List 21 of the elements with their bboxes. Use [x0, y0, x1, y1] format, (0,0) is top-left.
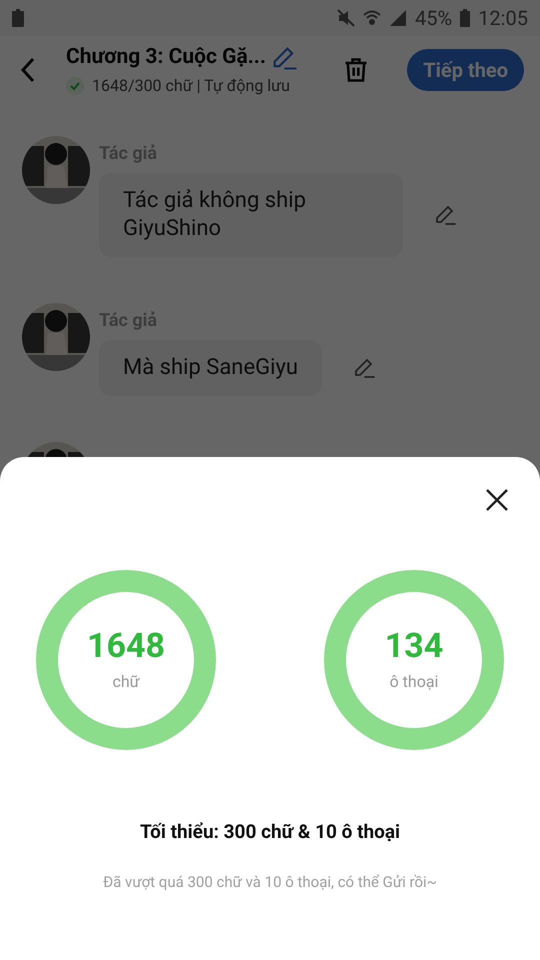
minimum-requirement: Tối thiểu: 300 chữ & 10 ô thoại [138, 819, 402, 845]
pencil-icon[interactable] [433, 203, 457, 227]
wifi-icon [363, 9, 382, 27]
check-icon [66, 76, 84, 95]
message-bubble[interactable]: Tác giả không ship GiyuShino [99, 173, 403, 257]
next-button[interactable]: Tiếp theo [407, 49, 524, 91]
chapter-title: Chương 3: Cuộc Gặ... [66, 44, 266, 72]
mute-icon [337, 9, 356, 27]
battery-percent: 45% [415, 5, 452, 32]
stat-value: 134 [384, 626, 444, 666]
stat-label: chữ [112, 671, 140, 693]
status-note: Đã vượt quá 300 chữ và 10 ô thoại, có thể Gửi rồi~ [102, 872, 438, 892]
stat-label: ô thoại [390, 671, 438, 693]
battery-saver-icon [12, 9, 24, 27]
stat-value: 1648 [86, 626, 166, 666]
message-bubble[interactable]: Mà ship SaneGiyu [99, 340, 322, 396]
battery-icon [460, 9, 470, 27]
status-time: 12:05 [478, 5, 528, 32]
close-icon [485, 488, 509, 512]
word-count-status: 1648/300 chữ | Tự động lưu [92, 74, 290, 97]
signal-icon [389, 9, 408, 27]
